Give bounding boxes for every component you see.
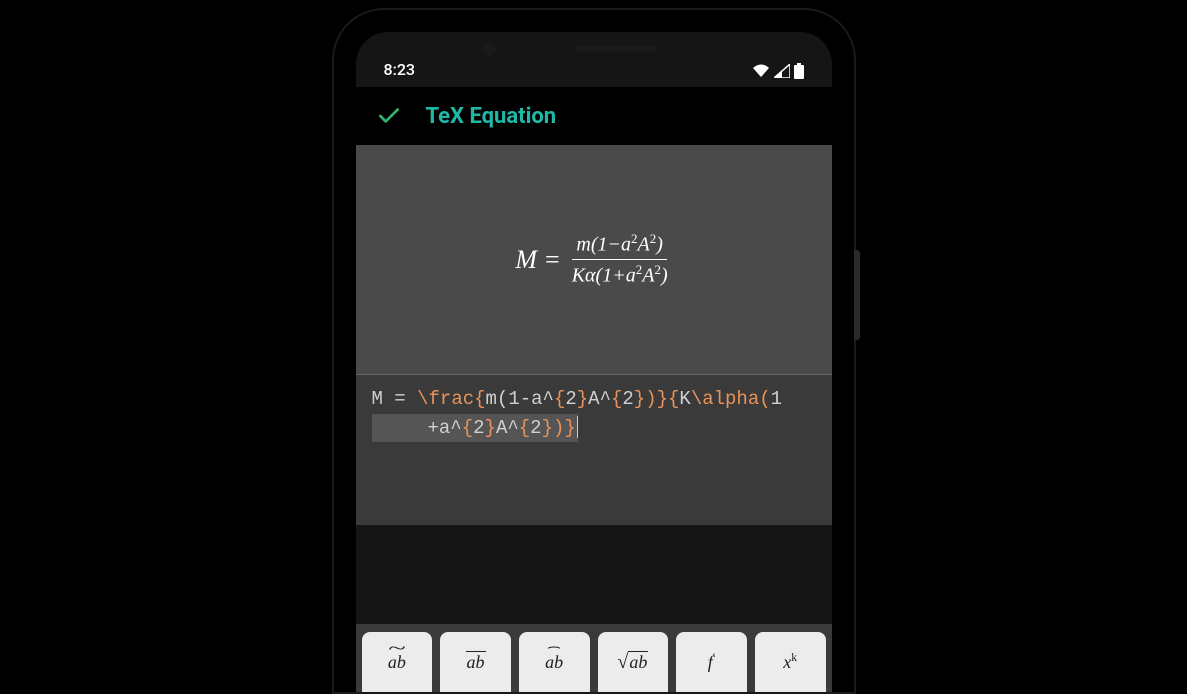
battery-icon — [794, 63, 804, 79]
equation-preview: M = m(1−a2A2) Kα(1+a2A2) — [356, 145, 832, 375]
screen: 8:23 TeX Equation M = m(1−a2A2) Kα(1+a2A… — [356, 32, 832, 692]
prime-key[interactable]: f′ — [676, 632, 747, 692]
phone-notch — [532, 42, 656, 56]
numerator: m(1−a2A2) — [572, 231, 667, 260]
power-key[interactable]: xk — [755, 632, 826, 692]
phone-frame: 8:23 TeX Equation M = m(1−a2A2) Kα(1+a2A… — [334, 10, 854, 692]
tilde-key[interactable]: ab — [362, 632, 433, 692]
sqrt-key[interactable]: √ab — [598, 632, 669, 692]
speaker-icon — [576, 46, 656, 52]
overline-key[interactable]: ab — [440, 632, 511, 692]
widehat-key[interactable]: ab — [519, 632, 590, 692]
app-title: TeX Equation — [426, 104, 557, 129]
text-cursor — [577, 416, 579, 438]
status-time: 8:23 — [384, 60, 416, 79]
wifi-icon — [752, 64, 770, 78]
side-button — [854, 250, 860, 340]
fraction: m(1−a2A2) Kα(1+a2A2) — [568, 231, 672, 287]
camera-icon — [482, 42, 496, 56]
app-bar: TeX Equation — [356, 87, 832, 145]
editor-line-2[interactable]: +a^{2}A^{2})} — [372, 414, 579, 443]
status-bar: 8:23 — [356, 32, 832, 87]
denominator: Kα(1+a2A2) — [568, 260, 672, 288]
status-icons — [752, 63, 804, 79]
editor-line-1[interactable]: M = \frac{m(1-a^{2}A^{2})}{K\alpha(1 — [372, 385, 816, 414]
equals-sign: = — [545, 245, 560, 275]
confirm-icon[interactable] — [376, 103, 402, 129]
equation-lhs: M — [515, 245, 537, 275]
tex-editor[interactable]: M = \frac{m(1-a^{2}A^{2})}{K\alpha(1 +a^… — [356, 375, 832, 525]
rendered-equation: M = m(1−a2A2) Kα(1+a2A2) — [515, 231, 671, 287]
signal-icon — [774, 64, 790, 78]
symbol-toolbar: ababab√abf′xk — [356, 624, 832, 692]
